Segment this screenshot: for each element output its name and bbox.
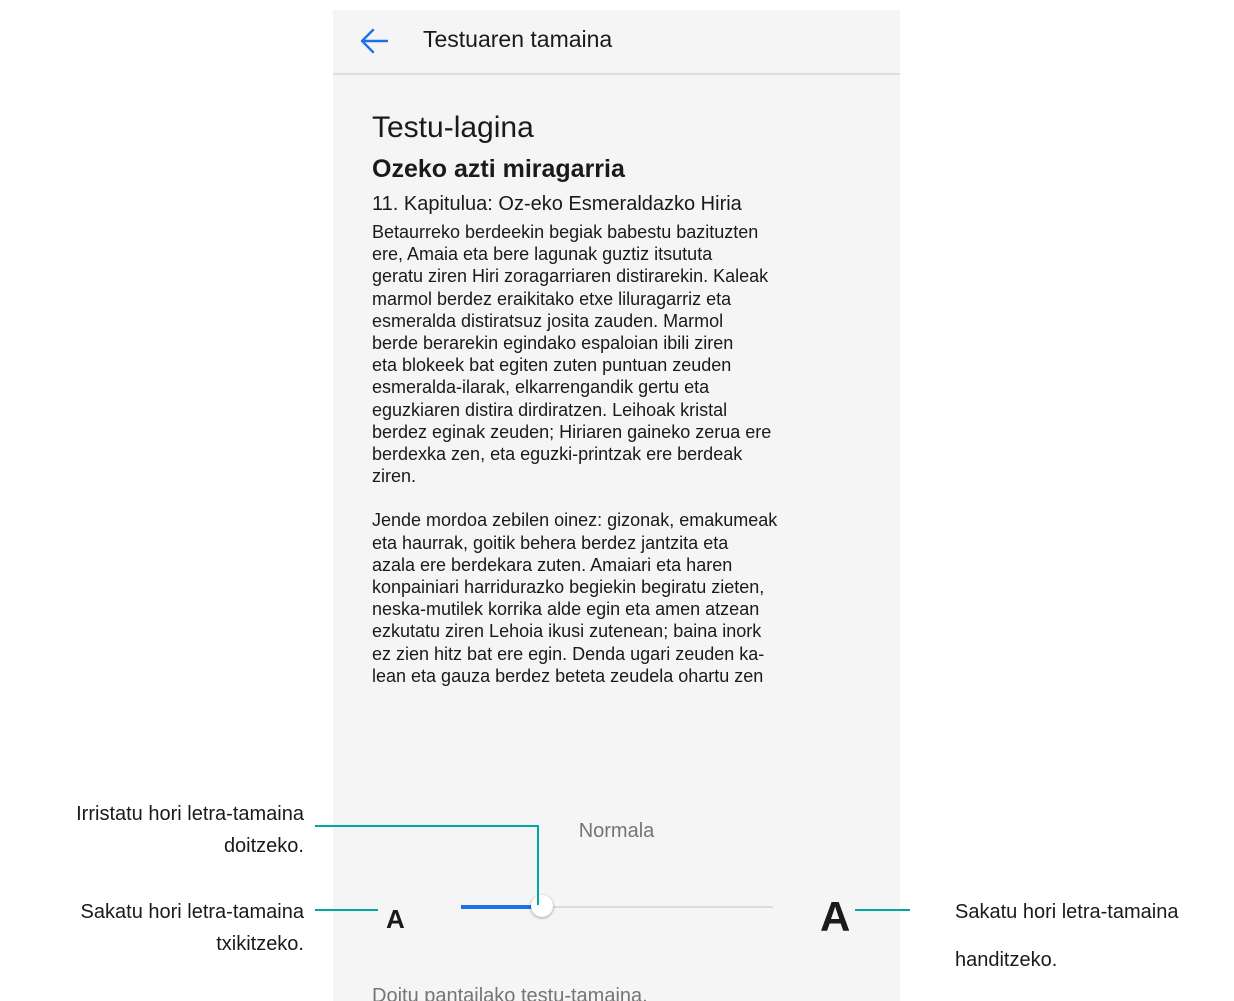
paragraph-line: berdexka zen, eta eguzki-printzak ere be… <box>372 444 743 465</box>
paragraph-line: eta haurrak, goitik behera berdez jantzi… <box>372 532 729 553</box>
increase-font-size-button[interactable]: A <box>820 893 850 941</box>
callout-line-text: Sakatu hori letra-tamaina <box>80 901 304 923</box>
slider-thumb[interactable] <box>531 895 554 917</box>
paragraph-2: Jende mordoa zebilen oinez: gizonak, ema… <box>372 509 872 687</box>
paragraph-1: Betaurreko berdeekin begiak babestu bazi… <box>372 221 872 487</box>
paragraph-line: esmeralda distiratsuz josita zauden. Mar… <box>372 310 724 331</box>
phone-screen: Testuaren tamaina Testu-lagina Ozeko azt… <box>333 10 900 1001</box>
paragraph-line: Jende mordoa zebilen oinez: gizonak, ema… <box>372 510 778 531</box>
font-size-slider[interactable] <box>461 895 773 917</box>
callout-line-text: Sakatu hori letra-tamaina <box>955 901 1179 923</box>
paragraph-line: berde berarekin egindako espaloian ibili… <box>372 333 734 354</box>
paragraph-line: esmeralda-ilarak, elkarrengandik gertu e… <box>372 377 710 398</box>
sample-heading: Testu-lagina <box>372 111 534 144</box>
paragraph-line: azala ere berdekara zuten. Amaiari eta h… <box>372 554 733 575</box>
callout-slider: Irristatu hori letra-tamaina doitzeko. <box>76 798 304 862</box>
callout-line-text: doitzeko. <box>223 835 304 857</box>
callout-decrease: Sakatu hori letra-tamaina txikitzeko. <box>81 896 304 960</box>
paragraph-line: Betaurreko berdeekin begiak babestu bazi… <box>372 222 759 242</box>
paragraph-line: neska-mutilek korrika alde egin eta amen… <box>372 599 760 620</box>
font-size-level-label: Normala <box>578 820 655 842</box>
slider-fill <box>461 905 543 909</box>
page-title: Testuaren tamaina <box>423 26 613 52</box>
paragraph-line: eguzkiaren distira dirdiratzen. Leihoak … <box>372 399 728 420</box>
callout-line-text: txikitzeko. <box>216 933 304 955</box>
text-sample-preview: Testu-lagina Ozeko azti miragarria 11. K… <box>372 108 872 687</box>
paragraph-line: ere, Amaia eta bere lagunak guztiz itsut… <box>372 244 713 265</box>
paragraph-line: ez zien hitz bat ere egin. Denda ugari z… <box>372 643 765 664</box>
callout-connector-decrease <box>315 909 378 911</box>
paragraph-line: geratu ziren Hiri zoragarriaren distirar… <box>372 266 769 287</box>
back-button[interactable] <box>357 26 393 56</box>
callout-increase: Sakatu hori letra-tamaina handitzeko. <box>955 888 1178 984</box>
paragraph-line: konpainiari harridurazko begiekin begira… <box>372 577 765 598</box>
callout-line-text: handitzeko. <box>955 949 1058 971</box>
app-bar: Testuaren tamaina <box>333 10 900 75</box>
callout-connector-increase <box>855 909 910 911</box>
paragraph-line: ziren. <box>372 466 417 487</box>
callout-connector-slider <box>537 825 539 905</box>
paragraph-line: berdez eginak zeuden; Hiriaren gaineko z… <box>372 421 772 442</box>
decrease-font-size-button[interactable]: A <box>386 904 405 935</box>
chapter-title: 11. Kapitulua: Oz-eko Esmeraldazko Hiria <box>372 193 742 215</box>
book-title: Ozeko azti miragarria <box>372 155 625 183</box>
callout-line-text: Irristatu hori letra-tamaina <box>76 803 304 825</box>
arrow-left-icon <box>360 28 389 54</box>
hint-text: Doitu pantailako testu-tamaina. <box>372 985 648 1001</box>
paragraph-line: eta blokeek bat egiten zuten puntuan zeu… <box>372 355 732 376</box>
callout-connector-slider <box>315 825 539 827</box>
paragraph-line: marmol berdez eraikitako etxe liluragarr… <box>372 288 732 309</box>
paragraph-line: lean eta gauza berdez beteta zeudela oha… <box>372 665 764 686</box>
paragraph-line: ezkutatu ziren Lehoia ikusi zutenean; ba… <box>372 621 762 642</box>
